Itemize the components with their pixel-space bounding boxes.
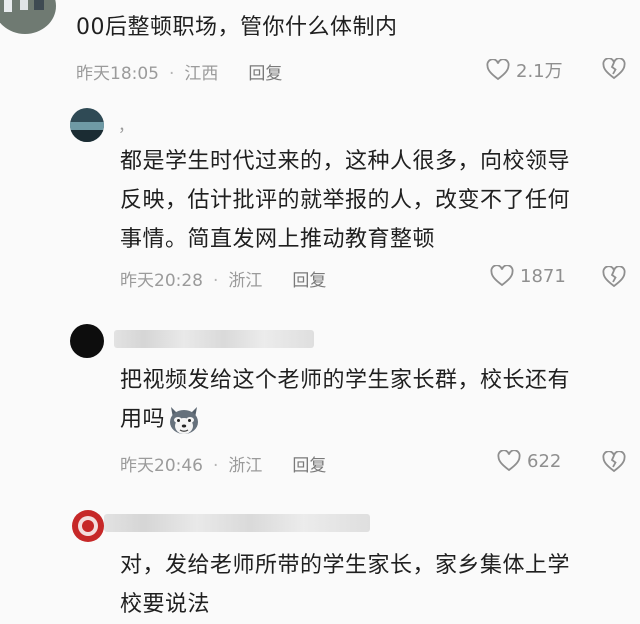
comment-time: 昨天18:05 (76, 64, 159, 84)
like-count: 1871 (520, 265, 566, 287)
dislike-button[interactable] (602, 266, 626, 288)
username[interactable]: ， (118, 112, 134, 136)
comment-line: 用吗 (120, 407, 166, 432)
username-blurred (114, 330, 314, 348)
comment-line: 都是学生时代过来的，这种人很多，向校领导 (120, 149, 571, 174)
dislike-button[interactable] (602, 58, 626, 80)
comment-time: 昨天20:28 (120, 271, 203, 291)
comment-location: 浙江 (228, 271, 263, 291)
comment-text: 把视频发给这个老师的学生家长群，校长还有 用吗 (120, 361, 570, 439)
comment-line-with-emoji: 用吗 (120, 400, 570, 439)
reply-button[interactable]: 回复 (248, 64, 282, 84)
comment-meta: 昨天20:46 · 浙江 回复 (120, 451, 326, 476)
comment-line: 反映，估计批评的就举报的人，改变不了任何 (120, 188, 571, 213)
separator-dot: · (169, 64, 175, 84)
husky-dog-emoji-icon (167, 404, 201, 436)
comment-meta: 昨天20:28 · 浙江 回复 (120, 266, 326, 291)
comment-text: 00后整顿职场，管你什么体制内 (76, 8, 398, 47)
comment-text: 都是学生时代过来的，这种人很多，向校领导 反映，估计批评的就举报的人，改变不了任… (120, 142, 570, 259)
broken-heart-icon (602, 451, 626, 473)
avatar[interactable] (0, 0, 56, 34)
comment-text: 对，发给老师所带的学生家长，家乡集体上学 校要说法 (120, 546, 570, 624)
comment-line: 对，发给老师所带的学生家长，家乡集体上学 (120, 553, 571, 578)
username-blurred (104, 514, 370, 532)
comment-time: 昨天20:46 (120, 456, 203, 476)
like-button[interactable]: 1871 (490, 265, 566, 287)
separator-dot: · (213, 271, 219, 291)
dislike-button[interactable] (602, 451, 626, 473)
avatar[interactable] (70, 324, 104, 358)
like-count: 2.1万 (516, 61, 563, 82)
broken-heart-icon (602, 266, 626, 288)
comment-meta: 昨天18:05 · 江西 回复 (76, 59, 282, 84)
like-button[interactable]: 622 (497, 450, 561, 472)
reply-button[interactable]: 回复 (292, 456, 326, 476)
comment-location: 江西 (184, 64, 219, 84)
like-count: 622 (527, 450, 562, 472)
avatar[interactable] (70, 108, 104, 142)
comment-line: 00后整顿职场，管你什么体制内 (76, 15, 398, 40)
comment-line: 把视频发给这个老师的学生家长群，校长还有 (120, 368, 571, 393)
comment-line: 事情。简直发网上推动教育整顿 (120, 227, 436, 252)
heart-outline-icon (490, 265, 514, 287)
heart-outline-icon (486, 59, 510, 81)
broken-heart-icon (602, 58, 626, 80)
reply-button[interactable]: 回复 (292, 271, 326, 291)
comment-line: 校要说法 (120, 592, 211, 617)
heart-outline-icon (497, 450, 521, 472)
comment-location: 浙江 (228, 456, 263, 476)
separator-dot: · (213, 456, 219, 476)
like-button[interactable]: 2.1万 (486, 57, 563, 83)
avatar[interactable] (72, 510, 104, 542)
